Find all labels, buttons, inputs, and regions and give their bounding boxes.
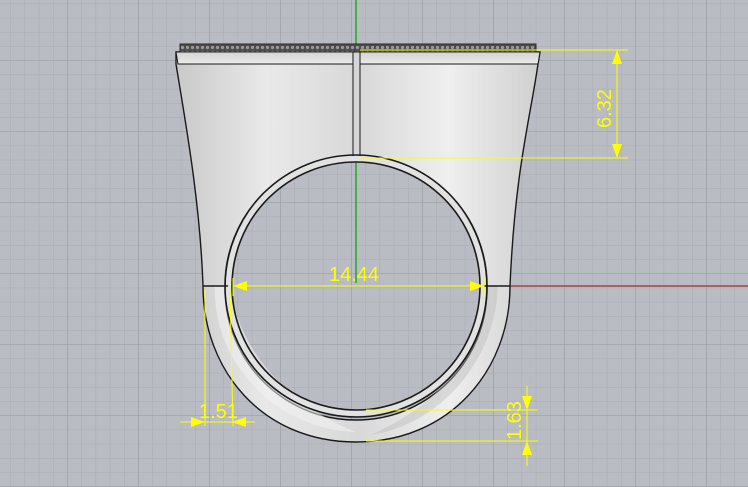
dimension-side-thickness-label: 1.51	[199, 401, 238, 423]
front-viewport[interactable]: 6.32 14.44 1.51 1.63	[0, 0, 748, 487]
center-ridge	[352, 51, 361, 159]
dimension-top-height-label: 6.32	[594, 89, 616, 128]
dimension-bottom-thickness-label: 1.63	[504, 401, 526, 440]
dimension-inner-diameter-label: 14.44	[329, 264, 379, 286]
pave-stones	[179, 43, 537, 53]
